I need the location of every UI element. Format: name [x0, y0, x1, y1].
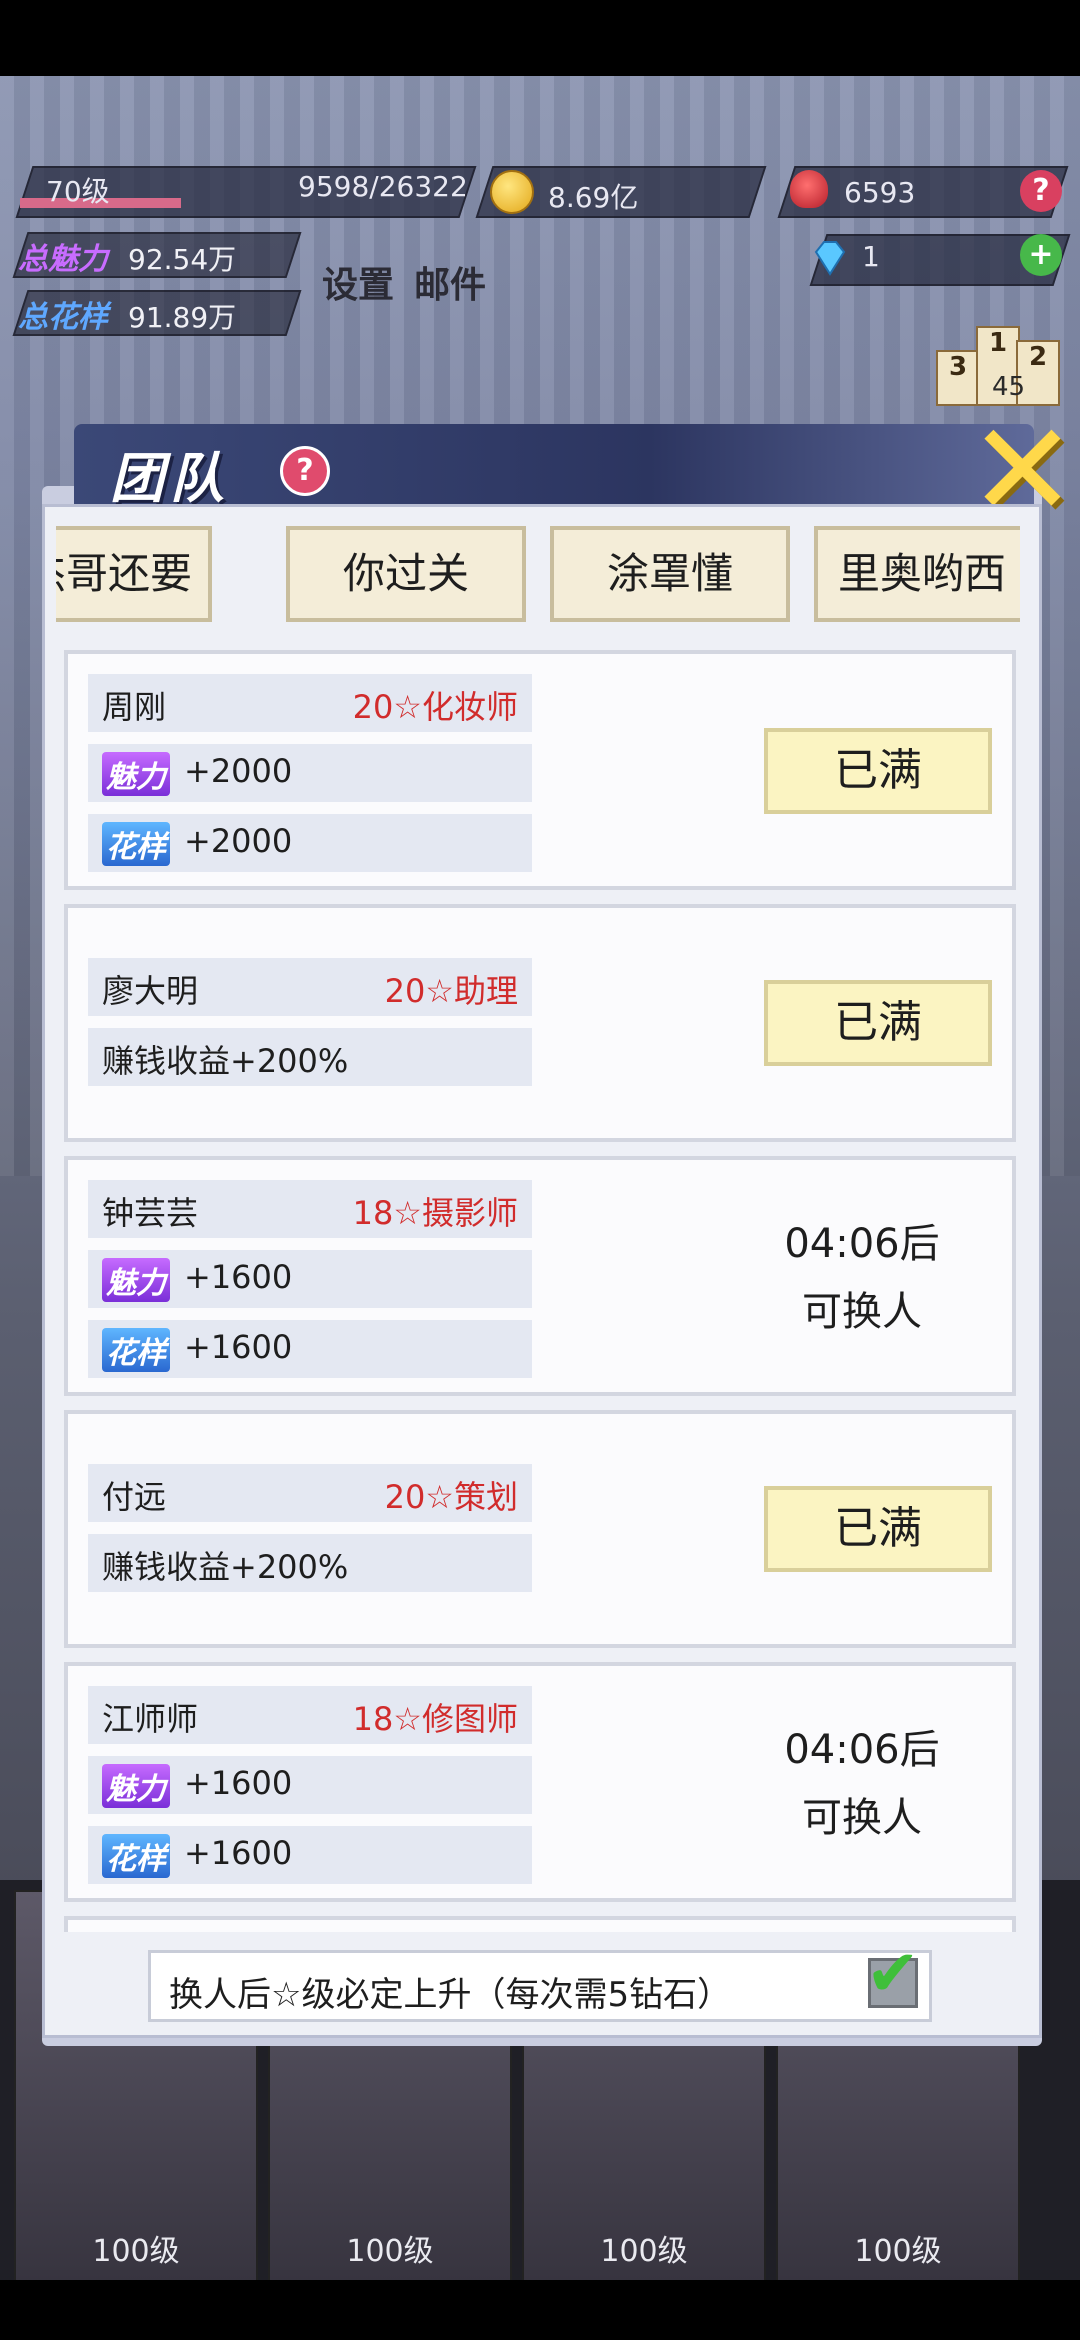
upgrade-option[interactable]: 换人后☆级必定上升（每次需5钻石）	[148, 1950, 932, 2022]
member-card: 付远 20☆策划 赚钱收益+200% 已满	[64, 1410, 1016, 1648]
income-bonus: 赚钱收益+200%	[102, 1042, 349, 1080]
diamond-value: 1	[862, 240, 880, 273]
coin-icon	[490, 170, 534, 214]
style-tag: 花样	[102, 822, 170, 866]
rose-value: 6593	[844, 176, 916, 209]
full-button[interactable]: 已满	[764, 980, 992, 1066]
style-bonus: +2000	[184, 822, 293, 860]
full-button[interactable]: 已满	[764, 728, 992, 814]
style-bonus: +1600	[184, 1328, 293, 1366]
navigation-bar	[0, 2280, 1080, 2340]
settings-button[interactable]: 设置	[322, 256, 394, 308]
upgrade-option-label: 换人后☆级必定上升（每次需5钻石）	[169, 1975, 732, 2015]
member-role: 20☆化妆师	[352, 688, 518, 726]
member-header: 周刚 20☆化妆师	[88, 674, 532, 732]
full-button[interactable]: 已满	[764, 1486, 992, 1572]
coin-value: 8.69亿	[548, 181, 639, 214]
charm-tag: 魅力	[102, 1258, 170, 1302]
member-header: 廖大明 20☆助理	[88, 958, 532, 1016]
tab-team-3[interactable]: 涂罩懂	[550, 526, 790, 622]
style-row: 花样 +1600	[88, 1320, 532, 1378]
charm-row: 魅力 +2000	[88, 744, 532, 802]
member-name: 周刚	[102, 688, 167, 726]
swap-timer-label: 可换人	[802, 1289, 922, 1335]
charm-row: 魅力 +1600	[88, 1756, 532, 1814]
tab-team-1[interactable]: 杰哥还要	[56, 526, 212, 622]
member-card: 钟芸芸 18☆摄影师 魅力 +1600 花样 +1600 04:06后 可换人	[64, 1156, 1016, 1396]
member-name: 付远	[102, 1478, 167, 1516]
total-style-value: 91.89万	[128, 301, 237, 334]
member-role: 20☆助理	[384, 972, 518, 1010]
swap-timer-label: 可换人	[802, 1795, 922, 1841]
team-member-list[interactable]: 周刚 20☆化妆师 魅力 +2000 花样 +2000 已满 廖大明 20☆助理…	[64, 650, 1016, 1932]
member-card: 廖大明 20☆助理 赚钱收益+200% 已满	[64, 904, 1016, 1142]
team-tabs: 杰哥还要 你过关 涂罩懂 里奥哟西	[56, 524, 1020, 628]
swap-timer: 04:06后	[784, 1727, 940, 1773]
style-row: 花样 +2000	[88, 814, 532, 872]
tab-team-4[interactable]: 里奥哟西	[814, 526, 1020, 622]
member-header: 付远 20☆策划	[88, 1464, 532, 1522]
member-card	[64, 1916, 1016, 1932]
charm-bonus: +1600	[184, 1258, 293, 1296]
member-role: 18☆摄影师	[352, 1194, 518, 1232]
diamond-icon	[810, 238, 850, 278]
total-charm-label: 总魅力	[18, 242, 108, 277]
total-style-label: 总花样	[18, 300, 108, 335]
member-name: 江师师	[102, 1700, 199, 1738]
charm-bonus: +1600	[184, 1764, 293, 1802]
member-name: 钟芸芸	[102, 1194, 199, 1232]
member-role: 20☆策划	[384, 1478, 518, 1516]
character-level: 100级	[92, 2234, 180, 2269]
income-row: 赚钱收益+200%	[88, 1028, 532, 1086]
charm-bonus: +2000	[184, 752, 293, 790]
member-header: 江师师 18☆修图师	[88, 1686, 532, 1744]
style-bonus: +1600	[184, 1834, 293, 1872]
member-role: 18☆修图师	[352, 1700, 518, 1738]
character-level: 100级	[346, 2234, 434, 2269]
style-tag: 花样	[102, 1328, 170, 1372]
help-button[interactable]: ?	[1020, 170, 1062, 212]
character-level: 100级	[854, 2234, 942, 2269]
total-charm-value: 92.54万	[128, 243, 237, 276]
charm-tag: 魅力	[102, 752, 170, 796]
income-row: 赚钱收益+200%	[88, 1534, 532, 1592]
add-diamond-button[interactable]: +	[1020, 234, 1062, 276]
character-level: 100级	[600, 2234, 688, 2269]
rose-icon	[790, 170, 828, 208]
panel-help-button[interactable]: ?	[280, 446, 330, 496]
swap-timer: 04:06后	[784, 1221, 940, 1267]
tab-team-2[interactable]: 你过关	[286, 526, 526, 622]
style-row: 花样 +1600	[88, 1826, 532, 1884]
style-tag: 花样	[102, 1834, 170, 1878]
charm-row: 魅力 +1600	[88, 1250, 532, 1308]
exp-value: 9598/26322	[298, 170, 468, 203]
income-bonus: 赚钱收益+200%	[102, 1548, 349, 1586]
member-name: 廖大明	[102, 972, 199, 1010]
status-bar	[0, 0, 1080, 76]
mail-button[interactable]: 邮件	[414, 256, 486, 308]
member-header: 钟芸芸 18☆摄影师	[88, 1180, 532, 1238]
member-card: 江师师 18☆修图师 魅力 +1600 花样 +1600 04:06后 可换人	[64, 1662, 1016, 1902]
level-label: 70级	[46, 175, 110, 208]
member-card: 周刚 20☆化妆师 魅力 +2000 花样 +2000 已满	[64, 650, 1016, 890]
panel-title: 团队	[110, 447, 230, 510]
charm-tag: 魅力	[102, 1764, 170, 1808]
check-icon: ✔	[866, 1937, 920, 2011]
